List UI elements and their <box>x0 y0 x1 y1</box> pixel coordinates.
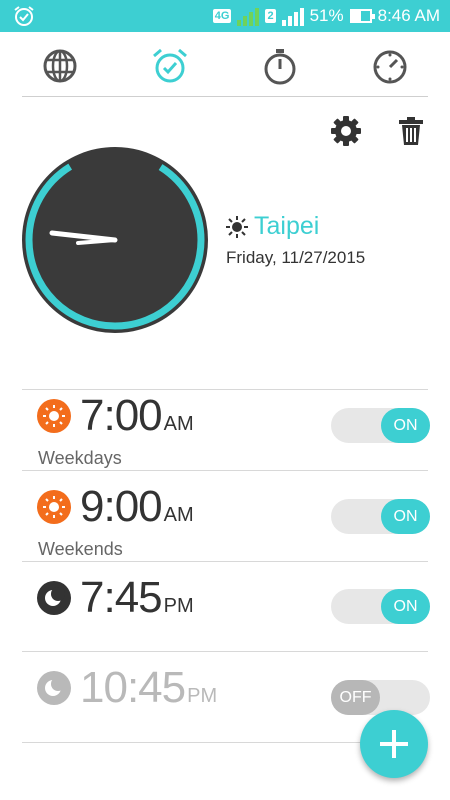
sim2-badge: 2 <box>265 9 276 23</box>
toggle-state: ON <box>381 408 430 443</box>
alarm-ampm: PM <box>163 595 194 617</box>
signal-strength-2-icon <box>281 6 304 26</box>
current-date: Friday, 11/27/2015 <box>226 248 366 267</box>
tab-timer[interactable] <box>370 46 410 86</box>
status-time: 8:46 AM <box>377 6 440 25</box>
gear-icon <box>331 116 361 146</box>
delete-button[interactable] <box>394 114 428 148</box>
tab-bar <box>0 32 450 96</box>
plus-icon <box>380 730 408 758</box>
alarm-toggle[interactable]: ON <box>331 408 430 443</box>
network-type-badge: 4G <box>212 9 232 23</box>
alarm-toggle[interactable]: ON <box>331 499 430 534</box>
tab-stopwatch[interactable] <box>260 46 300 86</box>
moon-icon <box>37 581 71 615</box>
alarm-time: 10:45 PM <box>80 663 218 712</box>
toggle-state: ON <box>381 589 430 624</box>
toggle-state: OFF <box>331 680 380 715</box>
alarm-time: 7:00 AM <box>80 391 194 440</box>
sun-icon <box>226 215 248 238</box>
alarm-clock-icon <box>153 48 187 83</box>
tab-divider <box>22 96 428 97</box>
settings-button[interactable] <box>329 114 363 148</box>
add-alarm-button[interactable] <box>360 710 428 778</box>
sun-icon <box>37 399 71 433</box>
alarm-divider <box>22 651 428 652</box>
city-row: Taipei <box>226 212 319 241</box>
alarm-time: 9:00 AM <box>80 482 194 531</box>
alarm-divider <box>22 561 428 562</box>
city-name: Taipei <box>254 212 320 240</box>
alarm-ampm: AM <box>163 413 194 435</box>
alarm-toggle[interactable]: OFF <box>331 680 430 715</box>
alarm-divider <box>22 389 428 390</box>
analog-clock <box>20 145 210 335</box>
alarm-divider <box>22 470 428 471</box>
moon-icon <box>37 671 71 705</box>
tab-alarm[interactable] <box>150 46 190 86</box>
status-bar: 4G 2 51% 8:46 AM <box>0 0 450 32</box>
globe-icon <box>43 49 77 83</box>
signal-strength-icon <box>237 6 260 26</box>
sun-icon <box>37 490 71 524</box>
alarm-time: 7:45 PM <box>80 573 194 622</box>
alarm-icon <box>12 4 36 28</box>
stopwatch-icon <box>264 49 296 85</box>
alarm-label: Weekdays <box>38 448 122 468</box>
alarm-ampm: PM <box>187 685 218 707</box>
alarm-toggle[interactable]: ON <box>331 589 430 624</box>
battery-icon <box>349 9 375 23</box>
alarm-ampm: AM <box>163 504 194 526</box>
timer-icon <box>373 50 407 84</box>
battery-percent: 51% <box>309 6 344 25</box>
toggle-state: ON <box>381 499 430 534</box>
tab-world-clock[interactable] <box>40 46 80 86</box>
trash-icon <box>399 117 423 145</box>
alarm-label: Weekends <box>38 539 123 559</box>
